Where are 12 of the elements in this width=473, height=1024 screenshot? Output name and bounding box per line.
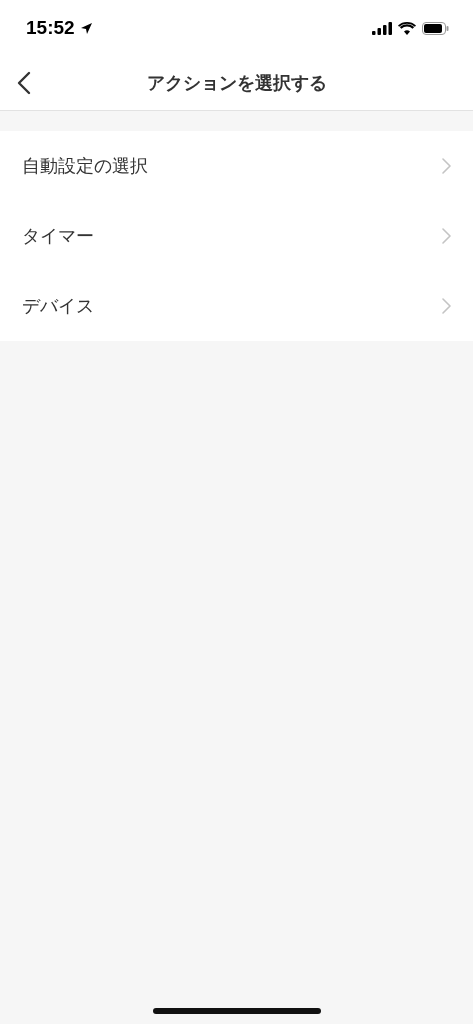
menu-item[interactable]: デバイス (0, 271, 473, 341)
battery-icon (422, 21, 449, 35)
menu-item[interactable]: タイマー (0, 201, 473, 271)
status-time: 15:52 (26, 17, 75, 39)
chevron-right-icon (442, 228, 451, 244)
location-arrow-icon (79, 21, 93, 35)
chevron-right-icon (442, 158, 451, 174)
signal-icon (372, 21, 392, 35)
screen-title: アクションを選択する (146, 71, 327, 95)
chevron-right-icon (442, 298, 451, 314)
wifi-icon (398, 21, 416, 35)
menu-item[interactable]: 自動設定の選択 (0, 131, 473, 201)
